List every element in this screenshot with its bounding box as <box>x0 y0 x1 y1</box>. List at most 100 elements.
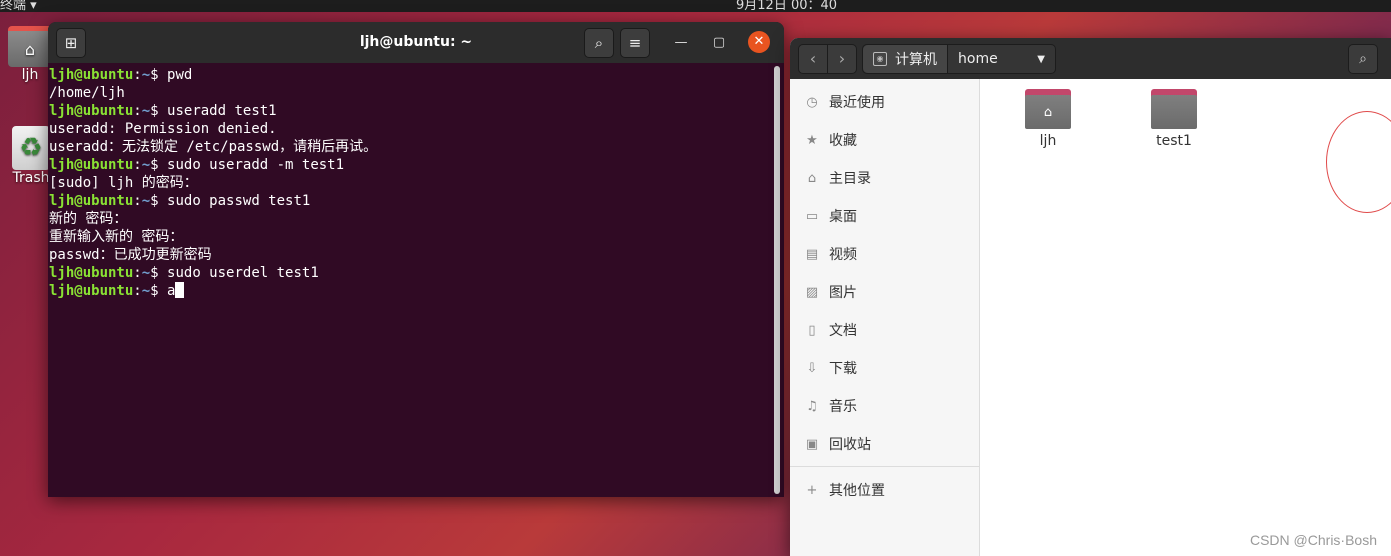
star-icon: ★ <box>806 132 818 148</box>
sidebar-item[interactable]: ▣ 回收站 <box>804 433 871 455</box>
sidebar-item-label: 收藏 <box>829 133 857 149</box>
output-text: useradd: Permission denied. <box>49 121 277 137</box>
prompt-path: ~ <box>141 103 151 119</box>
sidebar-item-label: 回收站 <box>829 437 871 453</box>
search-icon: ⌕ <box>1359 51 1367 67</box>
clock-icon: ◷ <box>806 94 818 110</box>
prompt-colon: : <box>133 265 142 281</box>
text-cursor <box>175 282 185 298</box>
prompt-dollar: $ <box>150 265 159 281</box>
output-text: [sudo] ljh 的密码： <box>49 175 198 191</box>
search-icon: ⌕ <box>594 34 604 52</box>
terminal-line: 重新输入新的 密码： <box>49 228 769 246</box>
picture-icon: ▨ <box>805 284 819 300</box>
terminal-output[interactable]: ljh@ubuntu:~$ pwd/home/ljh ljh@ubuntu:~$ … <box>48 64 770 497</box>
menu-button[interactable]: ≡ <box>620 28 650 58</box>
prompt-colon: : <box>133 157 142 173</box>
command-text: useradd test1 <box>158 103 277 119</box>
minimize-button[interactable]: — <box>670 32 692 54</box>
sidebar-item[interactable]: ▭ 桌面 <box>804 205 857 227</box>
sidebar-item-label: 桌面 <box>829 209 857 225</box>
prompt-path: ~ <box>141 193 151 209</box>
path-computer-label: 计算机 <box>895 52 937 68</box>
sidebar-item[interactable]: ♫ 音乐 <box>804 395 857 417</box>
terminal-line: ljh@ubuntu:~$ a <box>49 282 769 300</box>
sidebar-item[interactable]: ⇩ 下载 <box>804 357 857 379</box>
terminal-line: passwd：已成功更新密码 <box>49 246 769 264</box>
sidebar-item[interactable]: ▨ 图片 <box>804 281 857 303</box>
download-icon: ⇩ <box>806 360 818 376</box>
command-text: a <box>158 283 176 299</box>
back-button[interactable]: ‹ <box>798 44 828 74</box>
sidebar-item-label: 主目录 <box>829 171 871 187</box>
app-menu[interactable]: 终端 ▾ <box>0 0 37 12</box>
sidebar-item[interactable]: + 其他位置 <box>804 479 885 501</box>
output-text: useradd：无法锁定 /etc/passwd，请稍后再试。 <box>49 139 378 155</box>
command-text: sudo passwd test1 <box>158 193 311 209</box>
forward-button[interactable]: › <box>827 44 857 74</box>
path-computer-button[interactable]: ◉ 计算机 <box>863 45 948 73</box>
terminal-line: ljh@ubuntu:~$ sudo useradd -m test1 <box>49 156 769 174</box>
plus-icon: + <box>806 482 818 498</box>
command-text: pwd <box>158 67 193 83</box>
sidebar-item[interactable]: ◷ 最近使用 <box>804 91 885 113</box>
prompt-user: ljh@ubuntu <box>49 283 134 299</box>
terminal-titlebar[interactable]: ⊞ ljh@ubuntu: ~ ⌕ ≡ — ▢ ✕ <box>48 22 784 63</box>
maximize-button[interactable]: ▢ <box>708 32 730 54</box>
prompt-dollar: $ <box>150 103 159 119</box>
sidebar-item-label: 文档 <box>829 323 857 339</box>
sidebar-item[interactable]: ★ 收藏 <box>804 129 857 151</box>
folder-item[interactable]: test1 <box>1144 89 1204 149</box>
sidebar-item-label: 图片 <box>829 285 857 301</box>
prompt-user: ljh@ubuntu <box>49 67 134 83</box>
chevron-left-icon: ‹ <box>809 49 817 68</box>
sidebar-divider <box>790 466 979 467</box>
annotation-circle <box>1326 111 1391 213</box>
prompt-path: ~ <box>141 67 151 83</box>
disk-icon: ◉ <box>873 52 887 66</box>
close-button[interactable]: ✕ <box>748 31 770 53</box>
path-home-label: home <box>958 51 998 67</box>
search-button[interactable]: ⌕ <box>584 28 614 58</box>
terminal-line: ljh@ubuntu:~$ pwd <box>49 66 769 84</box>
clock[interactable]: 9月12日 00：40 <box>736 0 837 12</box>
output-text: 重新输入新的 密码： <box>49 229 184 245</box>
video-icon: ▤ <box>805 246 819 262</box>
prompt-colon: : <box>133 283 142 299</box>
trash-icon: ▣ <box>805 436 819 452</box>
path-home-button[interactable]: home ▼ <box>948 45 1055 73</box>
command-text: sudo userdel test1 <box>158 265 319 281</box>
terminal-line: ljh@ubuntu:~$ sudo userdel test1 <box>49 264 769 282</box>
desktop-home-icon[interactable]: ⌂ ljh <box>8 26 52 83</box>
sidebar-item[interactable]: ⌂ 主目录 <box>804 167 871 189</box>
recycle-icon: ♻ <box>12 126 50 170</box>
folder-label: test1 <box>1156 133 1192 149</box>
output-text: passwd：已成功更新密码 <box>49 247 212 263</box>
terminal-scrollbar[interactable] <box>774 66 780 494</box>
sidebar-item[interactable]: ▤ 视频 <box>804 243 857 265</box>
watermark: CSDN @Chris·Bosh <box>1249 532 1377 548</box>
file-search-button[interactable]: ⌕ <box>1348 44 1378 74</box>
home-icon: ⌂ <box>807 170 817 186</box>
prompt-user: ljh@ubuntu <box>49 193 134 209</box>
terminal-line: /home/ljh <box>49 84 769 102</box>
prompt-path: ~ <box>141 283 151 299</box>
terminal-line: [sudo] ljh 的密码： <box>49 174 769 192</box>
prompt-user: ljh@ubuntu <box>49 103 134 119</box>
path-bar: ◉ 计算机 home ▼ <box>862 44 1056 74</box>
sidebar-item[interactable]: ▯ 文档 <box>804 319 857 341</box>
folder-icon: ⌂ <box>1025 89 1071 129</box>
prompt-path: ~ <box>141 157 151 173</box>
sidebar-item-label: 最近使用 <box>829 95 885 111</box>
sidebar-item-label: 下载 <box>829 361 857 377</box>
desktop-icon: ▭ <box>805 208 819 224</box>
chevron-right-icon: › <box>838 49 846 68</box>
folder-icon <box>1151 89 1197 129</box>
file-manager-window[interactable]: ‹ › ◉ 计算机 home ▼ ⌕ ◷ 最近使用 ★ 收藏 ⌂ 主目录 ▭ 桌面 ▤ 视频 ▨ 图片… <box>790 38 1391 556</box>
folder-view[interactable]: ⌂ ljh test1 <box>980 79 1391 556</box>
terminal-window[interactable]: ⊞ ljh@ubuntu: ~ ⌕ ≡ — ▢ ✕ ljh@ubuntu:~$ … <box>48 22 784 497</box>
music-icon: ♫ <box>806 398 818 414</box>
output-text: /home/ljh <box>49 85 125 101</box>
file-manager-headerbar[interactable]: ‹ › ◉ 计算机 home ▼ ⌕ <box>790 38 1391 79</box>
folder-item[interactable]: ⌂ ljh <box>1018 89 1078 149</box>
